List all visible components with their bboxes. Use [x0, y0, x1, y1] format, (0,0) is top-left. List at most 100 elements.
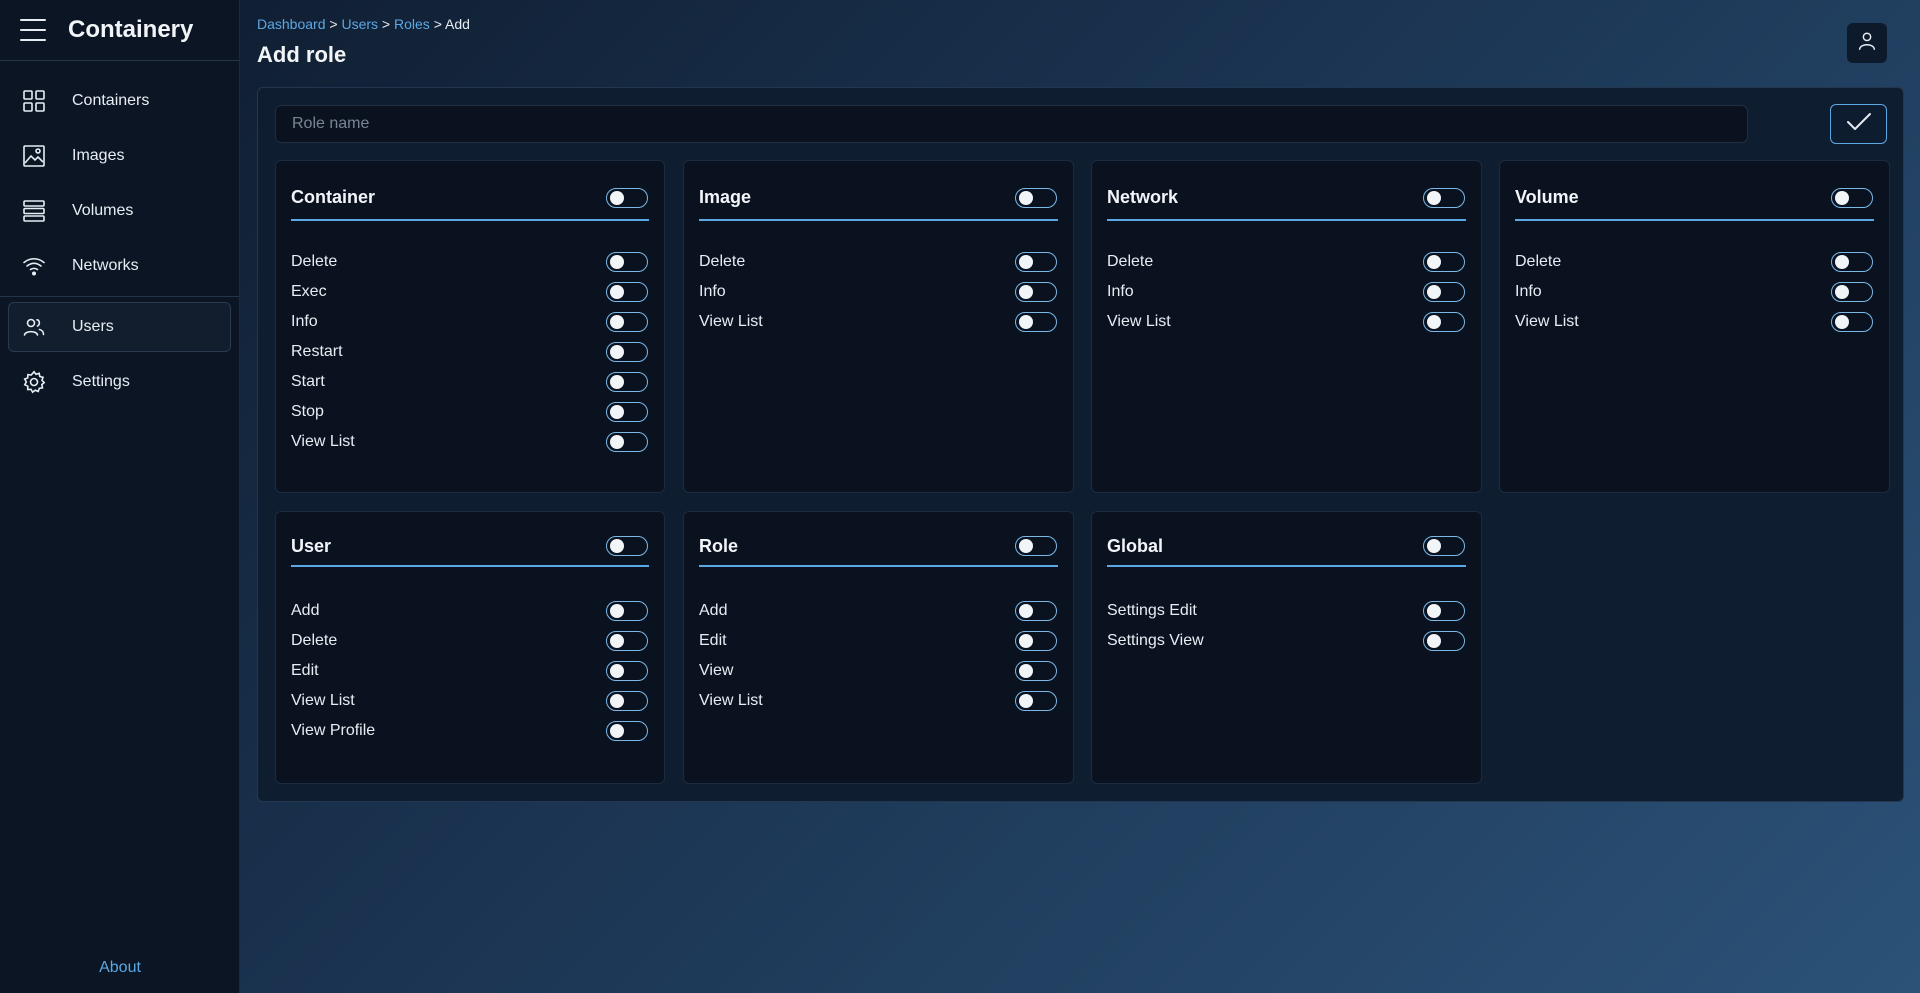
group-toggle[interactable] [1015, 536, 1057, 556]
stack-icon [22, 199, 46, 223]
group-toggle[interactable] [606, 536, 648, 556]
permission-row: View List [291, 686, 649, 716]
permission-toggle[interactable] [606, 691, 648, 711]
sidebar-item-label: Volumes [72, 202, 134, 219]
group-toggle[interactable] [606, 187, 648, 208]
permission-toggle[interactable] [1015, 252, 1057, 272]
permission-row: Edit [699, 626, 1058, 656]
permission-toggle[interactable] [1423, 312, 1465, 332]
permission-list: Add Delete Edit View List View Profile [291, 596, 649, 746]
permission-toggle[interactable] [1015, 282, 1057, 302]
permission-list: Settings Edit Settings View [1107, 596, 1466, 656]
confirm-button[interactable] [1830, 104, 1887, 144]
permission-row: Info [291, 307, 649, 337]
permission-row: Exec [291, 277, 649, 307]
nav-divider [0, 296, 239, 297]
breadcrumb-separator: > [329, 16, 338, 32]
sidebar-item-containers[interactable]: Containers [8, 76, 231, 126]
breadcrumb: Dashboard > Users > Roles > Add [257, 16, 470, 32]
permission-label: View List [699, 313, 763, 330]
permission-label: Delete [1515, 253, 1562, 270]
breadcrumb-current: Add [445, 16, 470, 32]
card-header: User [291, 527, 649, 567]
users-icon [22, 315, 46, 339]
permission-toggle[interactable] [606, 721, 648, 741]
permission-toggle[interactable] [1015, 631, 1057, 651]
page-title: Add role [257, 42, 347, 67]
permission-row: Info [699, 277, 1058, 307]
permission-label: Info [1515, 283, 1542, 300]
permission-toggle[interactable] [1015, 661, 1057, 681]
sidebar-item-settings[interactable]: Settings [8, 357, 231, 407]
permission-toggle[interactable] [1015, 601, 1057, 621]
about-link[interactable]: About [0, 959, 240, 977]
permission-label: Settings View [1107, 632, 1204, 649]
permission-toggle[interactable] [606, 282, 648, 302]
permission-label: View Profile [291, 722, 376, 739]
permission-row: Delete [291, 247, 649, 277]
permission-toggle[interactable] [606, 601, 648, 621]
card-header: Global [1107, 527, 1466, 567]
card-header: Image [699, 176, 1058, 221]
permission-toggle[interactable] [1423, 282, 1465, 302]
permission-label: Restart [291, 343, 343, 360]
sidebar-item-label: Networks [72, 257, 139, 274]
permission-toggle[interactable] [606, 661, 648, 681]
hamburger-menu-icon[interactable] [20, 19, 46, 41]
role-form-panel: Container Delete Exec Info Restart Start Stop V… [257, 87, 1904, 802]
breadcrumb-users[interactable]: Users [341, 16, 378, 32]
permission-toggle[interactable] [606, 631, 648, 651]
card-header: Role [699, 527, 1058, 567]
image-icon [22, 144, 46, 168]
permission-toggle[interactable] [1423, 252, 1465, 272]
role-name-input[interactable] [275, 105, 1748, 143]
permission-label: Add [699, 602, 728, 619]
permission-toggle[interactable] [606, 372, 648, 392]
permission-label: Delete [699, 253, 746, 270]
group-toggle[interactable] [1423, 187, 1465, 208]
permission-row: Info [1515, 277, 1874, 307]
permission-label: Info [1107, 283, 1134, 300]
permission-card-network: Network Delete Info View List [1091, 160, 1482, 493]
permission-toggle[interactable] [606, 252, 648, 272]
profile-button[interactable] [1847, 23, 1887, 63]
sidebar-item-images[interactable]: Images [8, 131, 231, 181]
wifi-icon [22, 254, 46, 278]
permission-toggle[interactable] [606, 342, 648, 362]
permission-label: Add [291, 602, 320, 619]
permission-row: View List [1515, 307, 1874, 337]
group-toggle[interactable] [1423, 536, 1465, 556]
permission-label: View List [291, 433, 355, 450]
permission-label: View List [699, 692, 763, 709]
permission-label: Edit [699, 632, 727, 649]
permission-toggle[interactable] [1423, 601, 1465, 621]
permission-toggle[interactable] [1831, 282, 1873, 302]
permission-card-image: Image Delete Info View List [683, 160, 1074, 493]
permission-toggle[interactable] [1015, 312, 1057, 332]
permission-toggle[interactable] [1831, 312, 1873, 332]
permission-label: Edit [291, 662, 319, 679]
sidebar-item-volumes[interactable]: Volumes [8, 186, 231, 236]
group-toggle[interactable] [1015, 187, 1057, 208]
breadcrumb-dashboard[interactable]: Dashboard [257, 16, 326, 32]
sidebar-item-label: Containers [72, 92, 150, 109]
sidebar-item-networks[interactable]: Networks [8, 241, 231, 291]
permission-toggle[interactable] [606, 432, 648, 452]
sidebar-item-users[interactable]: Users [8, 302, 231, 352]
card-header: Volume [1515, 176, 1874, 221]
permission-row: Stop [291, 397, 649, 427]
permission-toggle[interactable] [1831, 252, 1873, 272]
permission-row: Info [1107, 277, 1466, 307]
permission-label: Start [291, 373, 325, 390]
permission-toggle[interactable] [606, 312, 648, 332]
group-toggle[interactable] [1831, 187, 1873, 208]
permission-card-user: User Add Delete Edit View List View Profile [275, 511, 665, 784]
permission-toggle[interactable] [606, 402, 648, 422]
permission-toggle[interactable] [1423, 631, 1465, 651]
permission-toggle[interactable] [1015, 691, 1057, 711]
permission-list: Add Edit View View List [699, 596, 1058, 716]
breadcrumb-roles[interactable]: Roles [394, 16, 430, 32]
card-title: Network [1107, 187, 1179, 207]
card-title: Global [1107, 535, 1164, 556]
permission-list: Delete Info View List [1515, 247, 1874, 337]
